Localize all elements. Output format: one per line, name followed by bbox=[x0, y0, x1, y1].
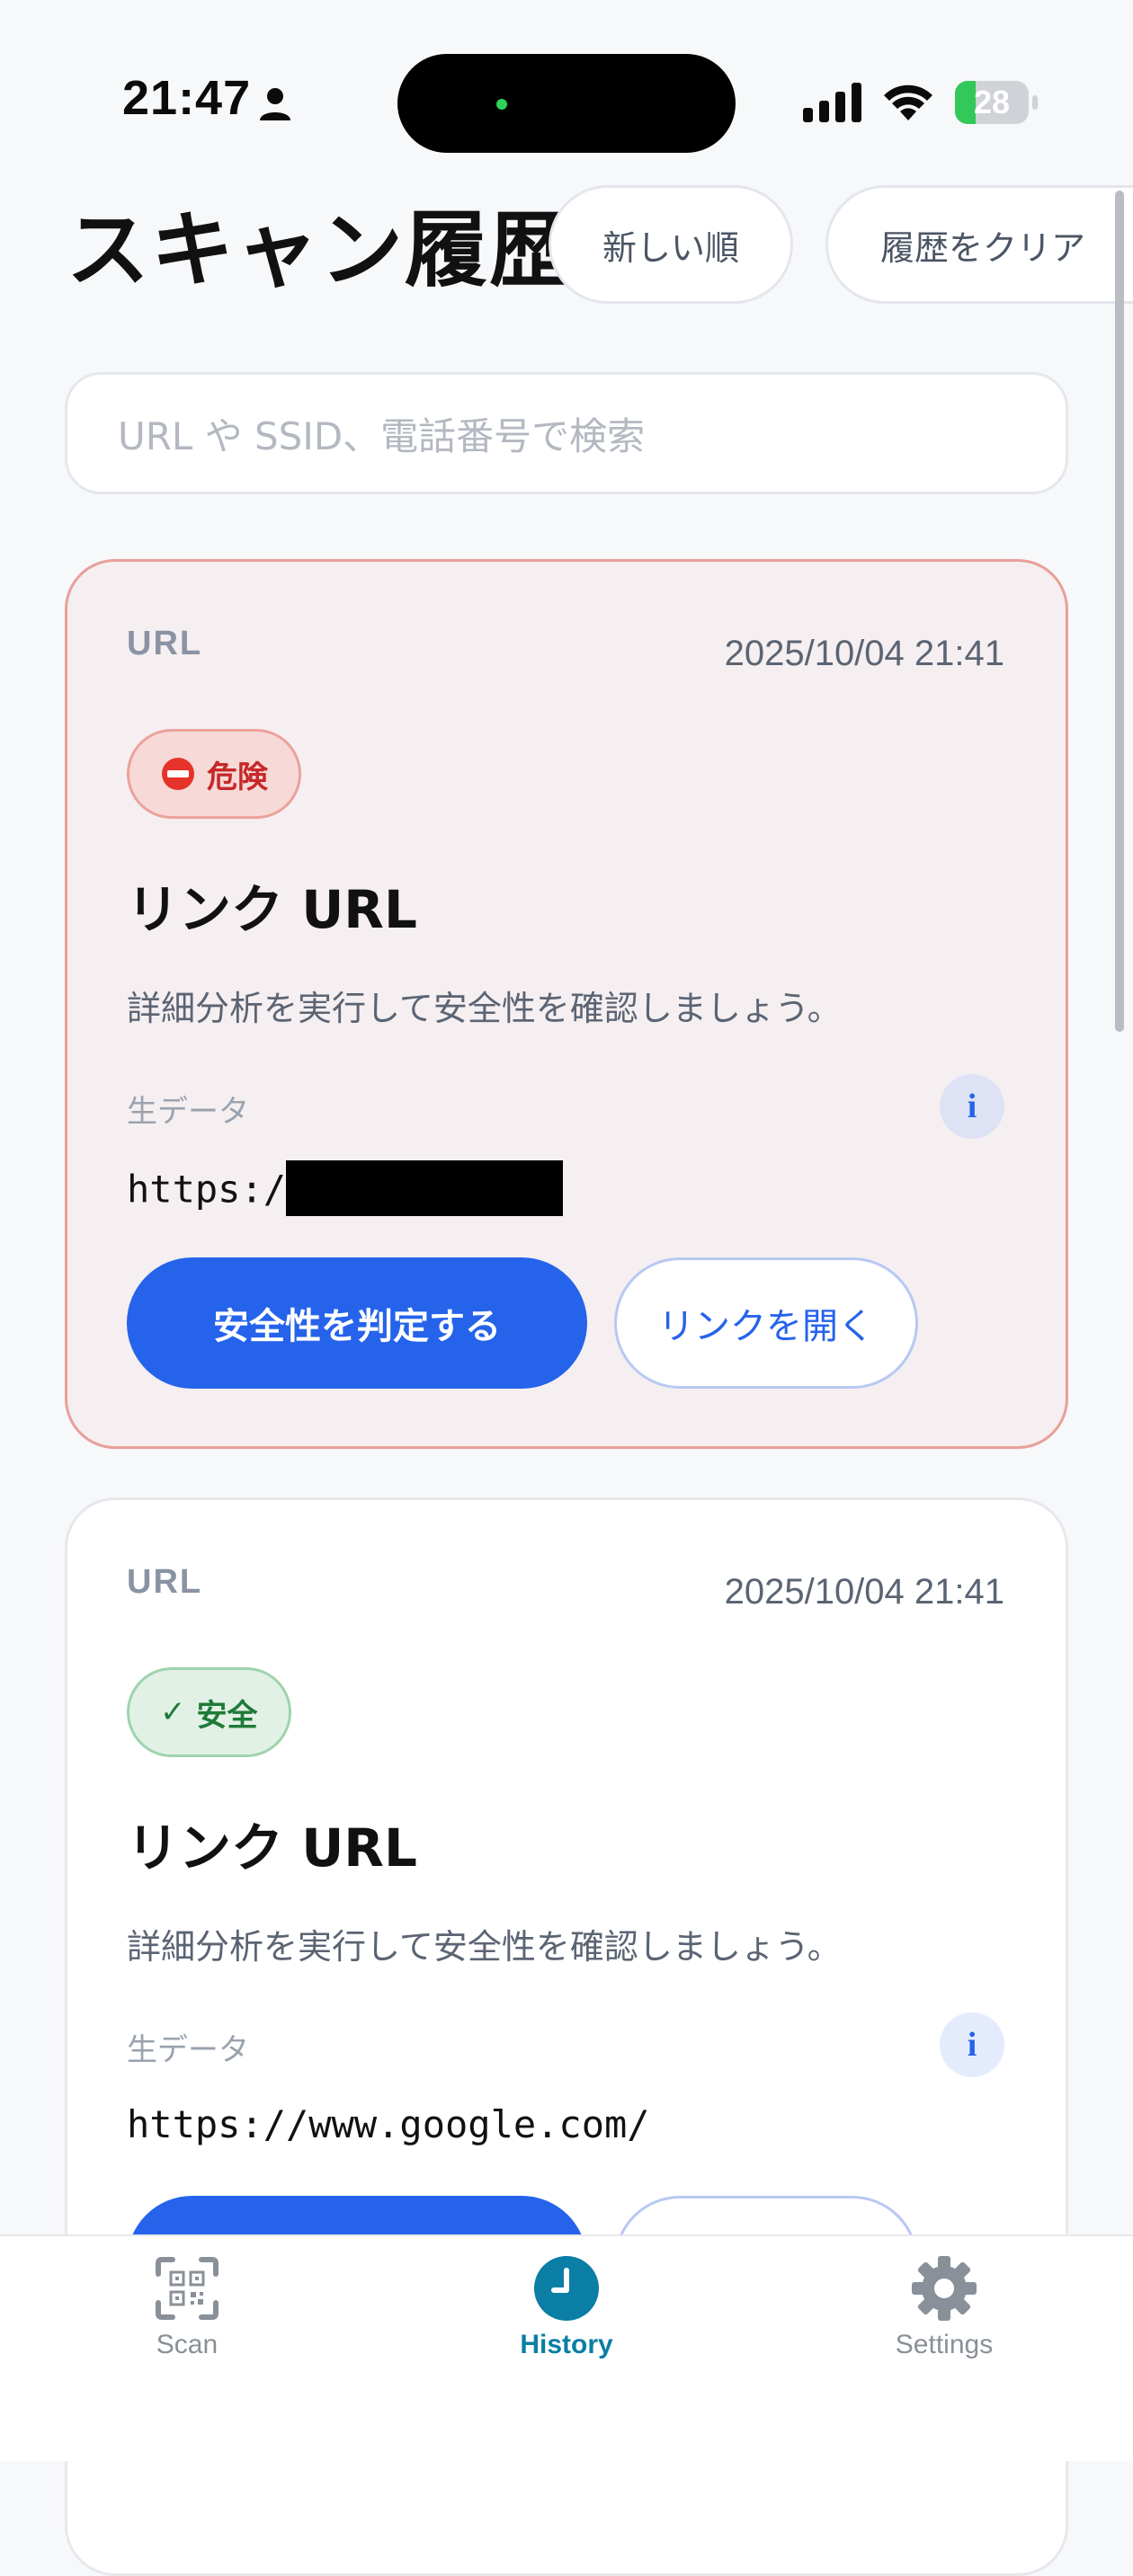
raw-data-value: https:/ bbox=[127, 1160, 564, 1220]
camera-indicator-dot bbox=[496, 99, 507, 110]
info-button[interactable]: i bbox=[940, 2012, 1004, 2077]
card-description: 詳細分析を実行して安全性を確認しましょう。 bbox=[127, 989, 842, 1028]
card-title: リンク URL bbox=[127, 1817, 417, 1879]
card-description: 詳細分析を実行して安全性を確認しましょう。 bbox=[127, 1927, 842, 1967]
card-title: リンク URL bbox=[127, 879, 417, 940]
badge-label: 危険 bbox=[207, 759, 268, 795]
raw-data-label: 生データ bbox=[127, 1094, 249, 1130]
clear-history-button[interactable]: 履歴をクリア bbox=[825, 185, 1133, 304]
tab-label: Settings bbox=[895, 2330, 994, 2359]
clock-icon bbox=[534, 2256, 599, 2321]
redaction-block bbox=[286, 1160, 564, 1216]
battery-indicator: 28 bbox=[955, 81, 1038, 124]
qr-scan-icon bbox=[156, 2257, 219, 2320]
scroll-indicator[interactable] bbox=[1115, 191, 1124, 1032]
check-safety-button[interactable]: 安全性を判定する bbox=[127, 1257, 587, 1389]
battery-body: 28 bbox=[955, 81, 1029, 124]
wifi-icon bbox=[884, 84, 932, 120]
info-button[interactable]: i bbox=[940, 1074, 1004, 1139]
badge-label: 安全 bbox=[196, 1697, 258, 1734]
raw-data-text: https:/ bbox=[127, 1167, 287, 1212]
page-title: スキャン履歴 bbox=[67, 202, 575, 298]
card-type-label: URL bbox=[127, 625, 203, 662]
tab-label: History bbox=[520, 2330, 613, 2359]
card-timestamp: 2025/10/04 21:41 bbox=[724, 634, 1004, 673]
history-card: URL 2025/10/04 21:41 危険 リンク URL 詳細分析を実行し… bbox=[65, 559, 1068, 1449]
dynamic-island bbox=[397, 54, 736, 153]
sort-button[interactable]: 新しい順 bbox=[549, 185, 793, 304]
search-input[interactable]: URL や SSID、電話番号で検索 bbox=[65, 372, 1068, 494]
tab-bar: Scan History Settings bbox=[0, 2234, 1133, 2461]
safe-badge: ✓ 安全 bbox=[127, 1667, 291, 1757]
raw-data-label: 生データ bbox=[127, 2032, 249, 2068]
status-bar: 21:47 28 bbox=[0, 0, 1133, 180]
battery-percent: 28 bbox=[973, 84, 1011, 120]
checkmark-icon: ✓ bbox=[160, 1694, 186, 1730]
battery-cap bbox=[1032, 95, 1038, 110]
tab-scan[interactable]: Scan bbox=[88, 2254, 286, 2389]
person-icon bbox=[260, 88, 290, 120]
raw-data-value: https://www.google.com/ bbox=[127, 2102, 650, 2146]
status-time: 21:47 bbox=[122, 71, 252, 125]
danger-badge: 危険 bbox=[127, 729, 301, 819]
card-timestamp: 2025/10/04 21:41 bbox=[724, 1572, 1004, 1612]
no-entry-icon bbox=[162, 758, 194, 790]
gear-icon bbox=[912, 2256, 977, 2321]
cellular-signal-icon bbox=[803, 83, 861, 122]
tab-history[interactable]: History bbox=[468, 2254, 665, 2389]
tab-label: Scan bbox=[156, 2330, 219, 2359]
open-link-button[interactable]: リンクを開く bbox=[614, 1257, 918, 1389]
card-type-label: URL bbox=[127, 1563, 203, 1601]
tab-settings[interactable]: Settings bbox=[845, 2254, 1043, 2389]
